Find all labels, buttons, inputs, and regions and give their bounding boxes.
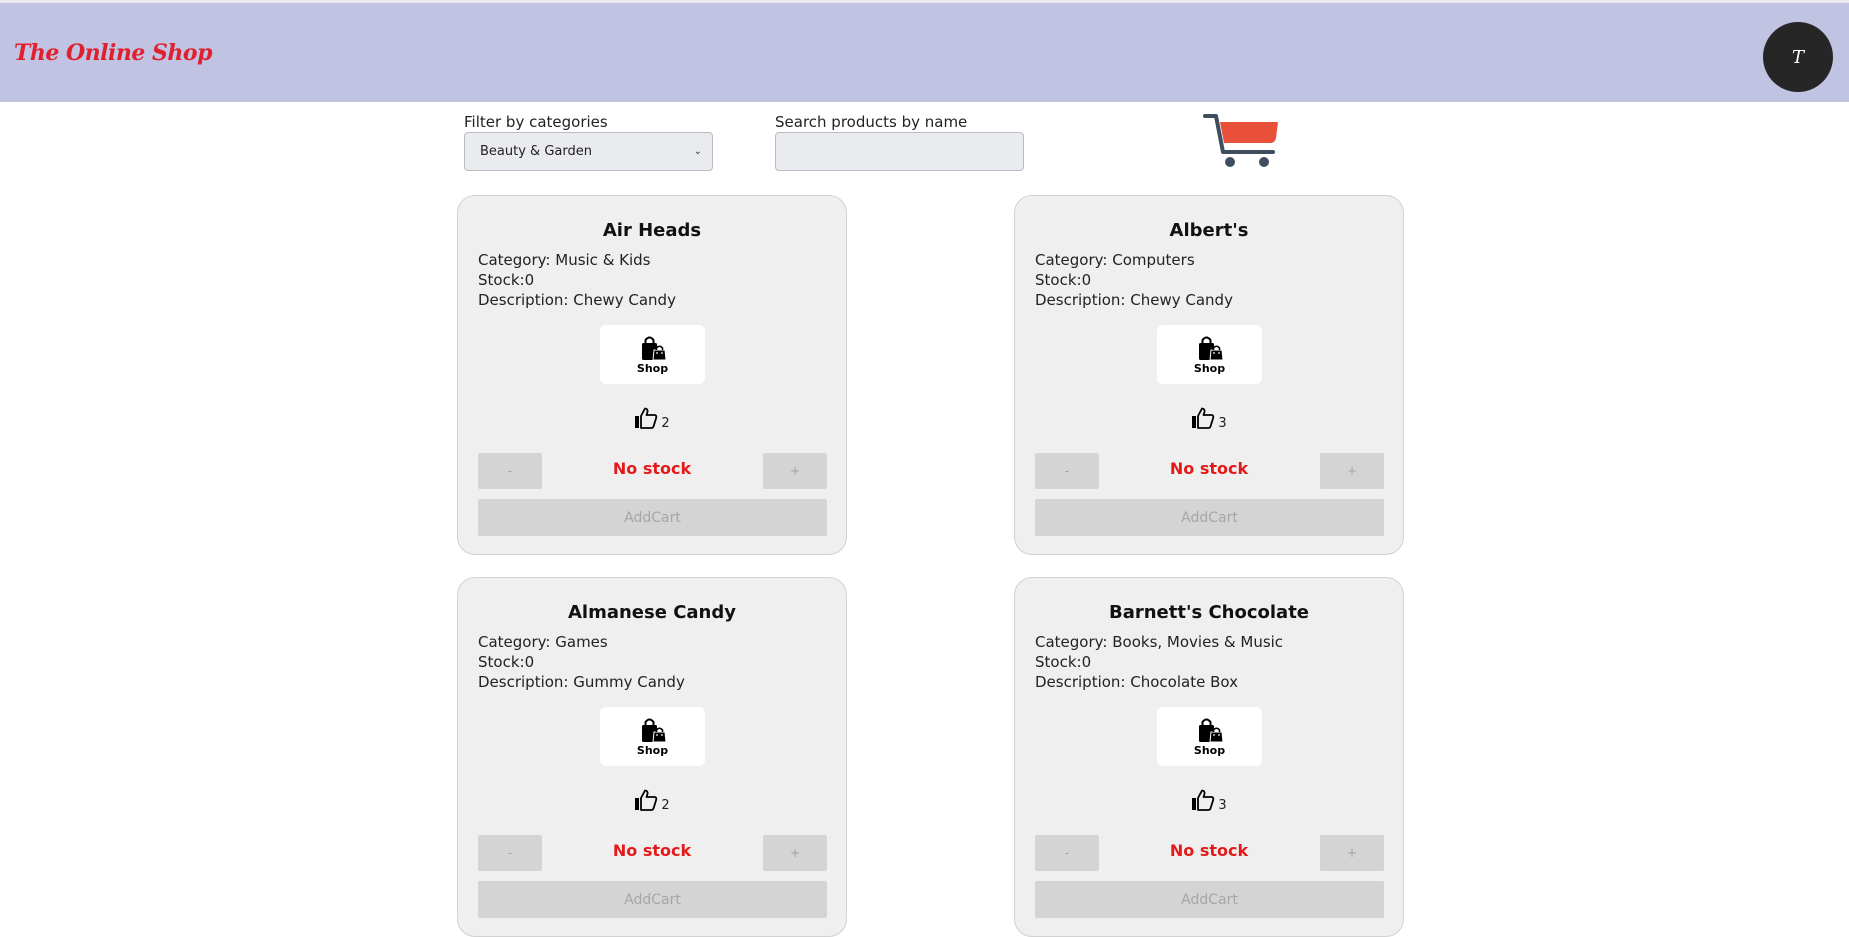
product-name: Barnett's Chocolate [1108, 602, 1310, 623]
increase-quantity-button[interactable]: + [1320, 835, 1384, 871]
product-image: Shop [600, 325, 705, 384]
shop-label: Shop [636, 361, 669, 375]
category-filter-label: Filter by categories [464, 113, 608, 131]
product-stock: Stock:0 [478, 271, 535, 289]
shop-label: Shop [636, 743, 669, 757]
product-name: Air Heads [602, 220, 702, 241]
product-card: Barnett's Chocolate Category: Books, Mov… [1014, 577, 1404, 937]
product-name: Almanese Candy [567, 602, 736, 623]
likes: 2 [458, 789, 846, 813]
product-name: Albert's [1169, 220, 1249, 241]
like-count: 2 [661, 416, 670, 431]
product-description: Description: Chocolate Box [1035, 673, 1238, 691]
search-input[interactable] [775, 132, 1024, 171]
shop-label: Shop [1193, 743, 1226, 757]
user-avatar[interactable]: T [1763, 22, 1833, 92]
product-category: Category: Games [478, 633, 608, 651]
product-category: Category: Books, Movies & Music [1035, 633, 1284, 651]
add-to-cart-button[interactable]: AddCart [1035, 881, 1384, 918]
product-card: Albert's Category: Computers Stock:0 Des… [1014, 195, 1404, 555]
product-image: Shop [1157, 707, 1262, 766]
product-card: Almanese Candy Category: Games Stock:0 D… [457, 577, 847, 937]
thumbs-up-icon[interactable] [1191, 789, 1215, 811]
increase-quantity-button[interactable]: + [763, 453, 827, 489]
add-to-cart-button[interactable]: AddCart [1035, 499, 1384, 536]
search-label: Search products by name [775, 113, 968, 131]
product-image: Shop [600, 707, 705, 766]
shopping-bags-icon [1198, 336, 1224, 360]
thumbs-up-icon[interactable] [1191, 407, 1215, 429]
thumbs-up-icon[interactable] [634, 789, 658, 811]
add-to-cart-button[interactable]: AddCart [478, 499, 827, 536]
like-count: 3 [1218, 798, 1227, 813]
brand-logo[interactable]: The Online Shop [14, 40, 213, 66]
shopping-bags-icon [641, 718, 667, 742]
product-stock: Stock:0 [1035, 271, 1092, 289]
likes: 3 [1015, 407, 1403, 431]
product-card: Air Heads Category: Music & Kids Stock:0… [457, 195, 847, 555]
product-stock: Stock:0 [478, 653, 535, 671]
chevron-down-icon: ⌄ [693, 146, 702, 157]
product-category: Category: Computers [1035, 251, 1195, 269]
likes: 2 [458, 407, 846, 431]
category-selected-value: Beauty & Garden [480, 144, 592, 159]
product-category: Category: Music & Kids [478, 251, 651, 269]
increase-quantity-button[interactable]: + [1320, 453, 1384, 489]
product-stock: Stock:0 [1035, 653, 1092, 671]
shop-label: Shop [1193, 361, 1226, 375]
product-image: Shop [1157, 325, 1262, 384]
cart-icon[interactable] [1203, 112, 1281, 172]
product-description: Description: Gummy Candy [478, 673, 685, 691]
category-select[interactable]: Beauty & Garden ⌄ [464, 132, 713, 171]
increase-quantity-button[interactable]: + [763, 835, 827, 871]
app-header: The Online Shop T [0, 3, 1849, 102]
product-description: Description: Chewy Candy [478, 291, 676, 309]
likes: 3 [1015, 789, 1403, 813]
like-count: 3 [1218, 416, 1227, 431]
like-count: 2 [661, 798, 670, 813]
product-description: Description: Chewy Candy [1035, 291, 1233, 309]
shopping-bags-icon [641, 336, 667, 360]
shopping-bags-icon [1198, 718, 1224, 742]
thumbs-up-icon[interactable] [634, 407, 658, 429]
add-to-cart-button[interactable]: AddCart [478, 881, 827, 918]
